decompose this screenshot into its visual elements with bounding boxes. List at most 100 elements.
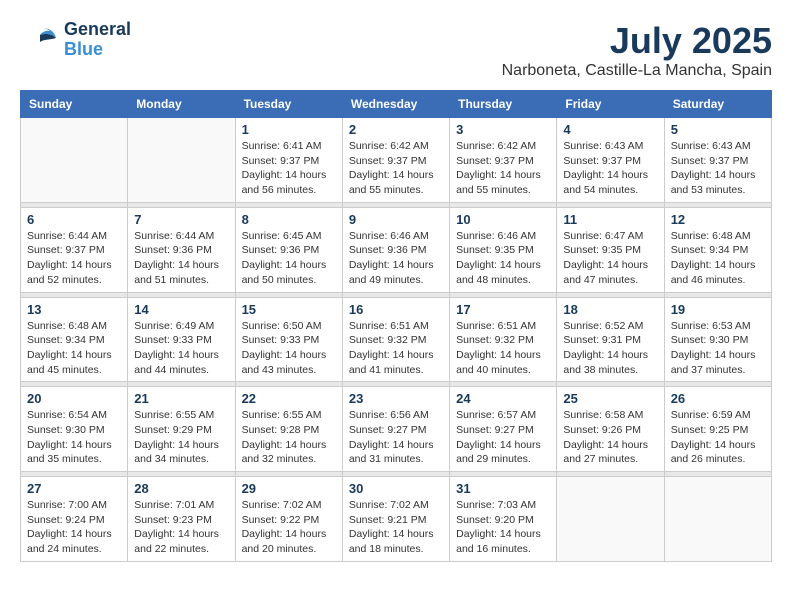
day-number: 29 [242,481,336,496]
day-number: 3 [456,122,550,137]
calendar-week-row: 6Sunrise: 6:44 AMSunset: 9:37 PMDaylight… [21,207,772,292]
day-number: 30 [349,481,443,496]
day-info: Sunrise: 6:53 AMSunset: 9:30 PMDaylight:… [671,319,765,378]
day-number: 14 [134,302,228,317]
logo: General Blue [20,20,131,60]
day-info: Sunrise: 6:46 AMSunset: 9:35 PMDaylight:… [456,229,550,288]
col-monday: Monday [128,91,235,118]
calendar-cell: 27 Sunrise: 7:00 AMSunset: 9:24 PMDayligh… [21,477,128,562]
day-info: Sunrise: 6:45 AMSunset: 9:36 PMDaylight:… [242,229,336,288]
day-info: Sunrise: 6:57 AMSunset: 9:27 PMDaylight:… [456,408,550,467]
day-info: Sunrise: 7:01 AMSunset: 9:23 PMDaylight:… [134,498,228,557]
day-number: 15 [242,302,336,317]
calendar-week-row: 1Sunrise: 6:41 AMSunset: 9:37 PMDaylight… [21,118,772,203]
calendar-cell: 14 Sunrise: 6:49 AMSunset: 9:33 PMDayligh… [128,297,235,382]
calendar-cell [21,118,128,203]
day-number: 19 [671,302,765,317]
logo-icon [20,20,60,60]
calendar-header-row: Sunday Monday Tuesday Wednesday Thursday… [21,91,772,118]
calendar-cell: 5Sunrise: 6:43 AMSunset: 9:37 PMDaylight… [664,118,771,203]
day-info: Sunrise: 7:03 AMSunset: 9:20 PMDaylight:… [456,498,550,557]
day-info: Sunrise: 6:55 AMSunset: 9:29 PMDaylight:… [134,408,228,467]
calendar-cell: 24 Sunrise: 6:57 AMSunset: 9:27 PMDayligh… [450,387,557,472]
col-thursday: Thursday [450,91,557,118]
day-number: 6 [27,212,121,227]
calendar-cell: 7 Sunrise: 6:44 AMSunset: 9:36 PMDaylight… [128,207,235,292]
col-saturday: Saturday [664,91,771,118]
calendar-week-row: 27 Sunrise: 7:00 AMSunset: 9:24 PMDayligh… [21,477,772,562]
day-number: 31 [456,481,550,496]
day-number: 23 [349,391,443,406]
day-number: 27 [27,481,121,496]
calendar-cell: 31 Sunrise: 7:03 AMSunset: 9:20 PMDayligh… [450,477,557,562]
day-number: 18 [563,302,657,317]
day-info: Sunrise: 6:48 AMSunset: 9:34 PMDaylight:… [671,229,765,288]
calendar-cell: 11 Sunrise: 6:47 AMSunset: 9:35 PMDayligh… [557,207,664,292]
day-number: 13 [27,302,121,317]
day-number: 4 [563,122,657,137]
calendar-cell: 19 Sunrise: 6:53 AMSunset: 9:30 PMDayligh… [664,297,771,382]
day-info: Sunrise: 6:51 AMSunset: 9:32 PMDaylight:… [456,319,550,378]
calendar-cell: 2Sunrise: 6:42 AMSunset: 9:37 PMDaylight… [342,118,449,203]
day-number: 20 [27,391,121,406]
calendar-cell: 16Sunrise: 6:51 AMSunset: 9:32 PMDayligh… [342,297,449,382]
calendar-cell: 4 Sunrise: 6:43 AMSunset: 9:37 PMDaylight… [557,118,664,203]
day-info: Sunrise: 6:43 AMSunset: 9:37 PMDaylight:… [671,139,765,198]
day-info: Sunrise: 7:02 AMSunset: 9:21 PMDaylight:… [349,498,443,557]
day-info: Sunrise: 6:58 AMSunset: 9:26 PMDaylight:… [563,408,657,467]
day-number: 7 [134,212,228,227]
day-info: Sunrise: 6:52 AMSunset: 9:31 PMDaylight:… [563,319,657,378]
day-info: Sunrise: 6:46 AMSunset: 9:36 PMDaylight:… [349,229,443,288]
calendar-cell: 6Sunrise: 6:44 AMSunset: 9:37 PMDaylight… [21,207,128,292]
calendar-week-row: 13 Sunrise: 6:48 AMSunset: 9:34 PMDayligh… [21,297,772,382]
title-area: July 2025 Narboneta, Castille-La Mancha,… [502,20,772,80]
day-number: 8 [242,212,336,227]
day-info: Sunrise: 7:02 AMSunset: 9:22 PMDaylight:… [242,498,336,557]
logo-text: General Blue [64,20,131,60]
day-info: Sunrise: 6:49 AMSunset: 9:33 PMDaylight:… [134,319,228,378]
calendar-cell: 12 Sunrise: 6:48 AMSunset: 9:34 PMDayligh… [664,207,771,292]
calendar-cell: 30 Sunrise: 7:02 AMSunset: 9:21 PMDayligh… [342,477,449,562]
day-info: Sunrise: 6:59 AMSunset: 9:25 PMDaylight:… [671,408,765,467]
day-number: 26 [671,391,765,406]
day-info: Sunrise: 6:54 AMSunset: 9:30 PMDaylight:… [27,408,121,467]
day-number: 21 [134,391,228,406]
col-sunday: Sunday [21,91,128,118]
day-info: Sunrise: 6:48 AMSunset: 9:34 PMDaylight:… [27,319,121,378]
logo-general: General [64,20,131,40]
day-number: 22 [242,391,336,406]
day-number: 11 [563,212,657,227]
col-tuesday: Tuesday [235,91,342,118]
day-info: Sunrise: 6:43 AMSunset: 9:37 PMDaylight:… [563,139,657,198]
calendar-cell: 18 Sunrise: 6:52 AMSunset: 9:31 PMDayligh… [557,297,664,382]
calendar-cell [557,477,664,562]
calendar-cell [664,477,771,562]
calendar-cell: 10 Sunrise: 6:46 AMSunset: 9:35 PMDayligh… [450,207,557,292]
calendar-cell: 22 Sunrise: 6:55 AMSunset: 9:28 PMDayligh… [235,387,342,472]
calendar-cell [128,118,235,203]
day-number: 9 [349,212,443,227]
day-number: 1 [242,122,336,137]
header: General Blue July 2025 Narboneta, Castil… [20,20,772,80]
day-info: Sunrise: 7:00 AMSunset: 9:24 PMDaylight:… [27,498,121,557]
day-info: Sunrise: 6:56 AMSunset: 9:27 PMDaylight:… [349,408,443,467]
day-info: Sunrise: 6:51 AMSunset: 9:32 PMDaylight:… [349,319,443,378]
day-info: Sunrise: 6:44 AMSunset: 9:36 PMDaylight:… [134,229,228,288]
calendar-cell: 21 Sunrise: 6:55 AMSunset: 9:29 PMDayligh… [128,387,235,472]
day-info: Sunrise: 6:55 AMSunset: 9:28 PMDaylight:… [242,408,336,467]
location-title: Narboneta, Castille-La Mancha, Spain [502,62,772,80]
day-info: Sunrise: 6:42 AMSunset: 9:37 PMDaylight:… [349,139,443,198]
day-number: 25 [563,391,657,406]
calendar-cell: 9 Sunrise: 6:46 AMSunset: 9:36 PMDaylight… [342,207,449,292]
day-number: 10 [456,212,550,227]
calendar-cell: 3 Sunrise: 6:42 AMSunset: 9:37 PMDaylight… [450,118,557,203]
day-info: Sunrise: 6:42 AMSunset: 9:37 PMDaylight:… [456,139,550,198]
calendar-cell: 25 Sunrise: 6:58 AMSunset: 9:26 PMDayligh… [557,387,664,472]
day-number: 12 [671,212,765,227]
calendar-cell: 8 Sunrise: 6:45 AMSunset: 9:36 PMDaylight… [235,207,342,292]
day-info: Sunrise: 6:47 AMSunset: 9:35 PMDaylight:… [563,229,657,288]
col-friday: Friday [557,91,664,118]
logo-blue: Blue [64,40,131,60]
day-number: 24 [456,391,550,406]
day-number: 28 [134,481,228,496]
